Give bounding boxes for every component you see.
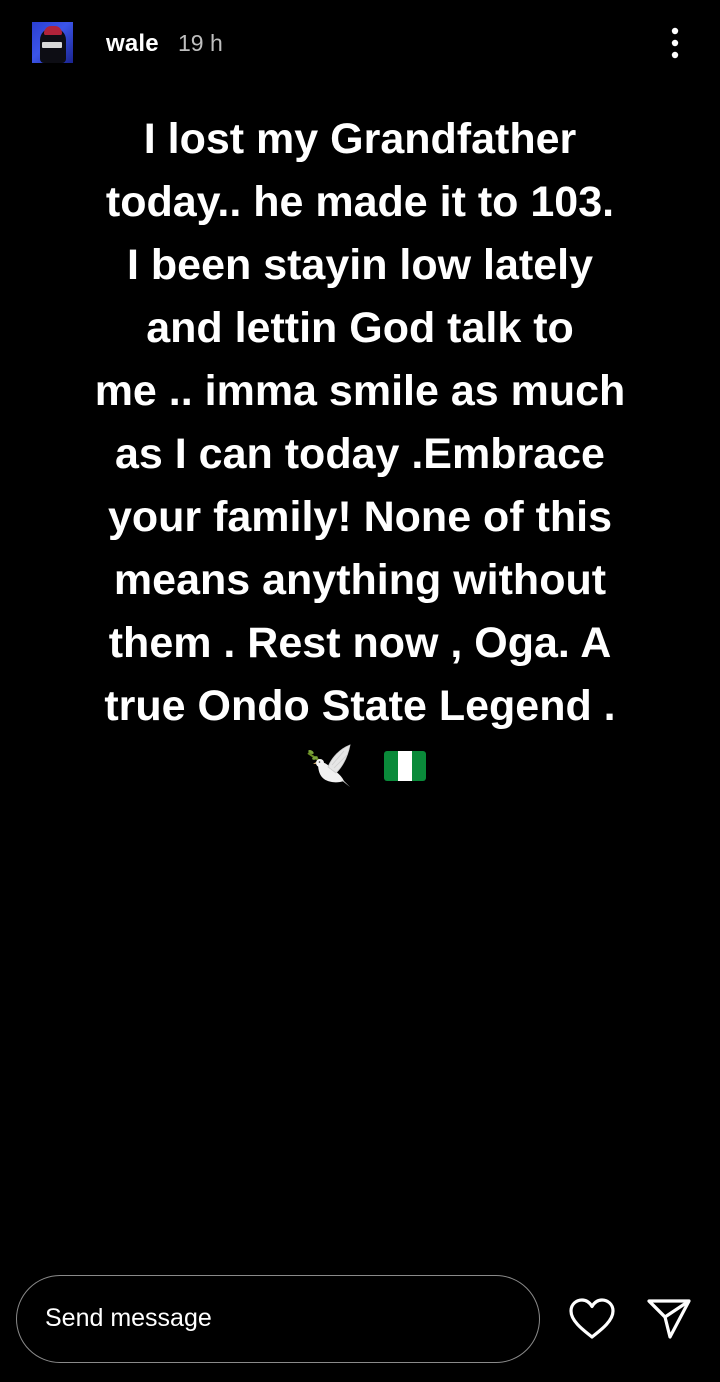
story-line: true Ondo State Legend . bbox=[104, 682, 616, 730]
paper-plane-icon bbox=[647, 1299, 691, 1339]
story-line: them . Rest now , Oga. A bbox=[108, 619, 612, 667]
dove-emoji bbox=[307, 744, 351, 787]
more-vertical-icon bbox=[671, 27, 679, 59]
story-line: your family! None of this bbox=[107, 493, 613, 541]
share-button[interactable] bbox=[644, 1295, 694, 1343]
more-options-button[interactable] bbox=[656, 22, 694, 64]
story-line: today.. he made it to 103. bbox=[105, 178, 615, 226]
avatar-tag bbox=[42, 42, 62, 48]
story-caption: I lost my Grandfather today.. he made it… bbox=[40, 108, 680, 738]
heart-icon bbox=[569, 1298, 615, 1339]
nigeria-flag-emoji bbox=[384, 751, 426, 781]
send-message-box[interactable] bbox=[16, 1275, 540, 1363]
story-header: wale 19 h bbox=[0, 0, 720, 88]
like-button[interactable] bbox=[566, 1295, 618, 1343]
story-viewer: wale 19 h I lost my Grandfather today.. … bbox=[0, 0, 720, 1382]
post-time: 19 h bbox=[178, 30, 223, 56]
story-line: me .. imma smile as much bbox=[94, 367, 626, 415]
story-line: as I can today .Embrace bbox=[115, 430, 605, 478]
send-message-input[interactable] bbox=[45, 1276, 505, 1361]
emoji-row bbox=[0, 738, 720, 794]
story-line: I lost my Grandfather bbox=[143, 115, 577, 163]
avatar-cap bbox=[44, 26, 62, 35]
story-line: I been stayin low lately bbox=[127, 241, 593, 289]
story-line: and lettin God talk to bbox=[146, 304, 574, 352]
story-line: means anything without bbox=[113, 556, 607, 604]
avatar[interactable] bbox=[32, 22, 73, 63]
username[interactable]: wale bbox=[106, 30, 159, 58]
